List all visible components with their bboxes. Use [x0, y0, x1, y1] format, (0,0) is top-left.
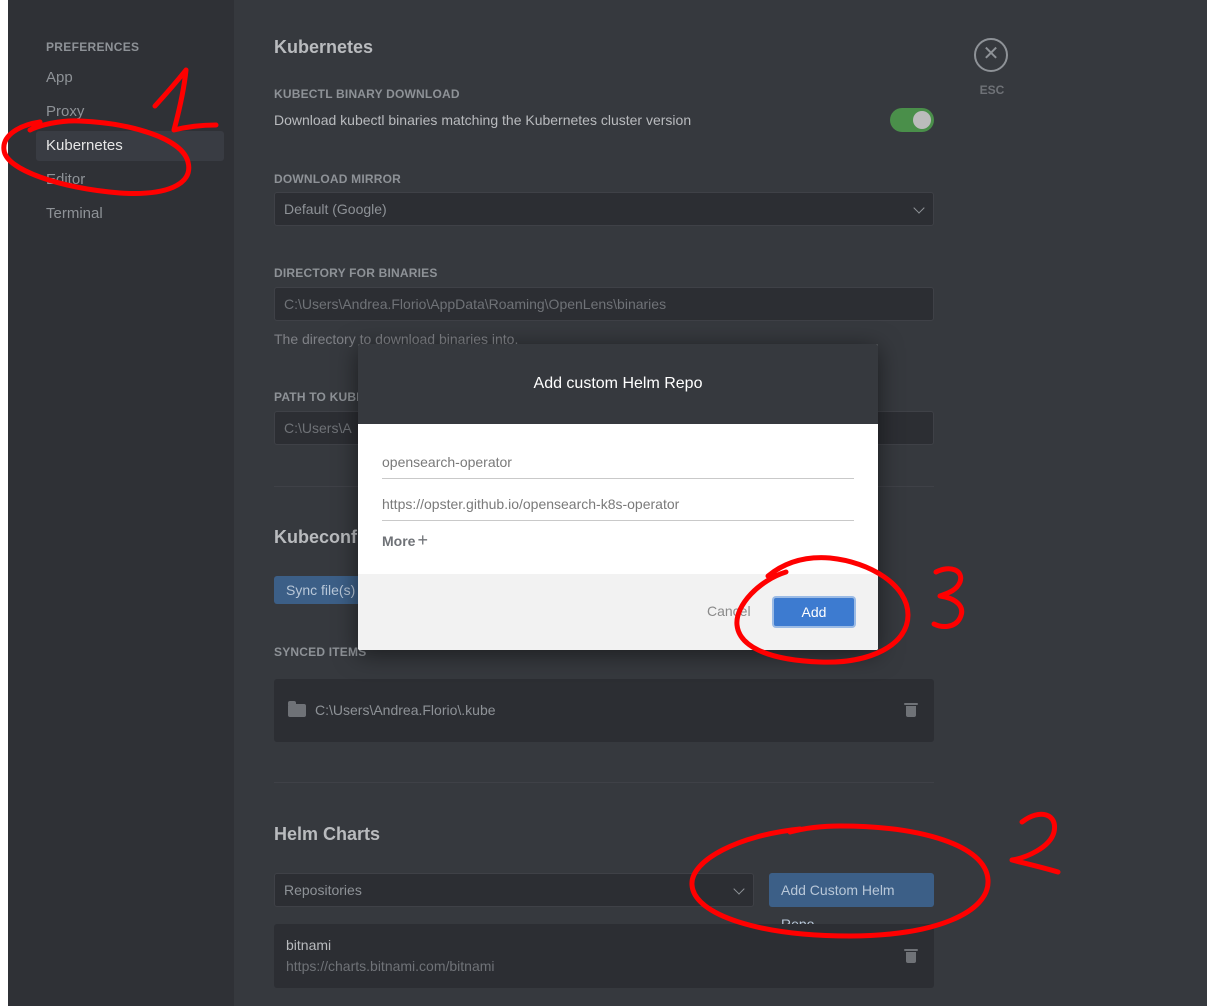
- helm-repo-item: bitnami https://charts.bitnami.com/bitna…: [274, 924, 934, 988]
- esc-label: ESC: [979, 83, 1005, 97]
- close-icon: ✕: [982, 43, 1000, 65]
- trash-icon[interactable]: [904, 949, 918, 963]
- repo-name-input[interactable]: opensearch-operator: [382, 445, 854, 479]
- trash-icon[interactable]: [904, 703, 918, 717]
- chevron-down-icon: [913, 202, 925, 214]
- chevron-down-icon: [733, 883, 745, 895]
- toggle-knob: [913, 111, 931, 129]
- kubectl-download-label: KUBECTL BINARY DOWNLOAD: [274, 87, 460, 101]
- sidebar-item-kubernetes[interactable]: Kubernetes: [36, 131, 224, 161]
- download-mirror-select[interactable]: Default (Google): [274, 192, 934, 226]
- sidebar-heading: PREFERENCES: [46, 40, 140, 54]
- synced-item: C:\Users\Andrea.Florio\.kube: [274, 679, 934, 742]
- kubectl-download-description: Download kubectl binaries matching the K…: [274, 112, 692, 128]
- folder-icon: [288, 701, 306, 717]
- directory-for-binaries-label: DIRECTORY FOR BINARIES: [274, 266, 438, 280]
- dialog-footer: Cancel Add: [358, 574, 878, 650]
- helm-repo-url: https://charts.bitnami.com/bitnami: [286, 958, 495, 974]
- preferences-sidebar: PREFERENCES App Proxy Kubernetes Editor …: [8, 0, 234, 1006]
- download-mirror-label: DOWNLOAD MIRROR: [274, 172, 401, 186]
- close-button[interactable]: ✕: [974, 38, 1008, 72]
- add-custom-helm-repo-button[interactable]: Add Custom Helm Repo: [769, 873, 934, 932]
- cancel-button[interactable]: Cancel: [707, 603, 751, 619]
- path-to-kubectl-label: PATH TO KUBE: [274, 390, 365, 404]
- download-mirror-value: Default (Google): [284, 201, 387, 217]
- sidebar-item-editor[interactable]: Editor: [36, 165, 224, 195]
- repo-url-input[interactable]: https://opster.github.io/opensearch-k8s-…: [382, 487, 854, 521]
- synced-items-label: SYNCED ITEMS: [274, 645, 367, 659]
- sync-files-button[interactable]: Sync file(s): [274, 576, 368, 604]
- helm-repo-name: bitnami: [286, 937, 332, 953]
- repositories-select[interactable]: Repositories: [274, 873, 754, 907]
- sidebar-item-terminal[interactable]: Terminal: [36, 199, 224, 229]
- synced-item-path: C:\Users\Andrea.Florio\.kube: [315, 702, 496, 718]
- more-options-toggle[interactable]: More +: [382, 530, 428, 551]
- directory-for-binaries-input[interactable]: C:\Users\Andrea.Florio\AppData\Roaming\O…: [274, 287, 934, 321]
- add-helm-repo-dialog: Add custom Helm Repo opensearch-operator…: [358, 344, 878, 650]
- more-label: More: [382, 533, 416, 549]
- helm-charts-section-title: Helm Charts: [274, 824, 381, 844]
- sidebar-item-proxy[interactable]: Proxy: [36, 97, 224, 127]
- sidebar-item-app[interactable]: App: [36, 63, 224, 93]
- section-divider: [274, 782, 934, 783]
- plus-icon: +: [417, 530, 428, 550]
- repositories-select-value: Repositories: [284, 882, 362, 898]
- kubernetes-section-title: Kubernetes: [274, 37, 374, 57]
- kubectl-download-toggle[interactable]: [890, 108, 934, 132]
- dialog-title: Add custom Helm Repo: [358, 344, 878, 424]
- add-button[interactable]: Add: [774, 598, 854, 626]
